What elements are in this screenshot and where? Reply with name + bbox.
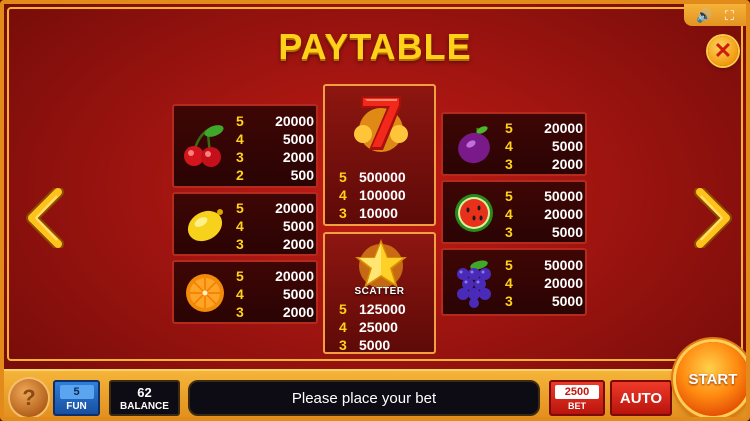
sound-icon[interactable]: 🔊 [696,9,712,22]
lemon-icon [187,209,223,242]
pay-row: 4 5000 [236,286,314,302]
paytable-title: PAYTABLE [278,26,472,67]
watermelon-icon [455,194,493,232]
pay-row: 4 20000 [505,206,583,222]
close-icon: ✕ [713,38,733,63]
pay-row: 5 20000 [236,113,314,129]
fun-value: 5 [59,385,94,399]
pay-row: 3 10000 [339,205,398,221]
fun-selector[interactable]: 5 FUN [53,380,100,416]
pay-row: 5 50000 [505,188,583,204]
auto-button[interactable]: AUTO [610,380,672,416]
star-icon [355,239,407,288]
balance-value: 62 [137,385,152,400]
pay-row: 3 5000 [339,337,391,353]
pay-row: 5 50000 [505,257,583,273]
pay-row: 4 25000 [339,319,398,335]
help-icon: ? [22,385,36,410]
seven-icon [354,96,408,152]
pay-row: 5 500000 [339,169,406,185]
balance-display: 62 BALANCE [109,380,180,416]
paytable-cell-seven: 5 500000 4 100000 3 10000 [323,84,436,226]
pay-row: 4 5000 [505,138,583,154]
orange-icon [186,274,224,312]
pay-row: 4 5000 [236,218,314,234]
pay-row: 5 20000 [236,200,314,216]
pay-row: 4 100000 [339,187,406,203]
pay-row: 3 2000 [505,156,583,172]
paytable-cell-watermelon: 5 50000 4 20000 3 5000 [441,180,587,244]
pay-row: 3 5000 [505,293,583,309]
cherry-icon [184,125,224,167]
scatter-label: SCATTER [354,286,405,297]
pay-row: 5 125000 [339,301,406,317]
fullscreen-icon[interactable]: ⛶ [725,9,734,22]
help-button[interactable]: ? [10,379,48,417]
pay-row: 5 20000 [236,268,314,284]
pay-row: 5 20000 [505,120,583,136]
status-message: Please place your bet [188,380,540,416]
start-button[interactable]: START [676,342,746,416]
pay-row: 4 5000 [236,131,314,147]
pay-row: 3 2000 [236,304,314,320]
paytable-screen: PAYTABLE 🔊 ⛶ ✕ 5 20000 4 5000 3 2000 2 5… [0,0,750,421]
paytable-cell-cherry: 5 20000 4 5000 3 2000 2 500 [172,104,318,188]
pay-row: 4 20000 [505,275,583,291]
balance-label: BALANCE [120,401,169,412]
next-page-arrow-icon[interactable] [694,188,734,248]
fun-label: FUN [66,401,87,412]
bet-selector[interactable]: 2500 BET [549,380,605,416]
paytable-cell-plum: 5 20000 4 5000 3 2000 [441,112,587,176]
grapes-icon [457,260,491,308]
bet-value: 2500 [555,385,599,399]
paytable-cell-scatter: SCATTER 5 125000 4 25000 3 5000 [323,232,436,354]
top-controls: 🔊 ⛶ [684,4,746,26]
paytable-cell-grapes: 5 50000 4 20000 3 5000 [441,248,587,316]
close-button[interactable]: ✕ [708,36,738,66]
pay-row: 3 2000 [236,149,314,165]
paytable-cell-orange: 5 20000 4 5000 3 2000 [172,260,318,324]
bet-label: BET [568,401,586,411]
paytable-cell-lemon: 5 20000 4 5000 3 2000 [172,192,318,256]
prev-page-arrow-icon[interactable] [24,188,64,248]
pay-row: 3 5000 [505,224,583,240]
pay-row: 3 2000 [236,236,314,252]
pay-row: 2 500 [236,167,314,183]
plum-icon [458,126,490,164]
